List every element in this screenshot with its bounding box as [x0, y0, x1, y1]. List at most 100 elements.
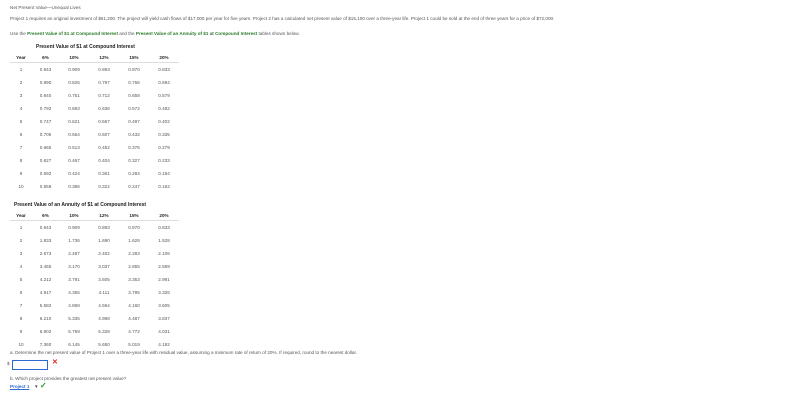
factor-cell: 2.402	[98, 251, 110, 256]
x-icon: ✕	[52, 359, 58, 366]
table-row: 6 4.917 4.355 4.111 3.785 3.326	[10, 286, 179, 299]
year-cell: 6	[19, 290, 23, 295]
factor-cell: 4.355	[68, 290, 80, 295]
factor-cell: 0.870	[128, 225, 140, 230]
factor-cell: 4.968	[98, 316, 110, 321]
check-icon: ✓	[40, 381, 47, 390]
factor-cell: 1.736	[68, 238, 80, 243]
factor-cell: 4.487	[128, 316, 140, 321]
year-cell: 6	[19, 132, 23, 137]
factor-cell: 3.170	[68, 264, 80, 269]
year-cell: 5	[19, 277, 23, 282]
column-header: 15%	[119, 53, 149, 63]
factor-cell: 0.792	[39, 106, 52, 111]
table-row: 9 6.802 5.759 5.328 4.772 4.031	[10, 325, 179, 338]
column-header: Year	[10, 53, 32, 63]
year-cell: 8	[19, 158, 23, 163]
factor-cell: 0.636	[98, 106, 110, 111]
table-row: 2 0.890 0.826 0.797 0.756 0.694	[10, 76, 179, 89]
page-title: Net Present Value—Unequal Lives	[10, 5, 81, 10]
factor-cell: 0.567	[98, 119, 110, 124]
annuity-table: Year 6% 10% 12% 15% 20% 1 0.943 0.909 0.893 0.870…	[10, 211, 179, 351]
factor-cell: 0.284	[128, 171, 140, 176]
factor-cell: 0.335	[158, 132, 170, 137]
factor-cell: 4.917	[39, 290, 52, 295]
column-header: 10%	[59, 53, 89, 63]
factor-cell: 5.328	[98, 329, 110, 334]
factor-cell: 3.791	[68, 277, 80, 282]
factor-cell: 0.233	[158, 158, 170, 163]
factor-cell: 0.893	[98, 225, 110, 230]
project-select[interactable]: Project 1	[10, 384, 29, 389]
factor-cell: 0.943	[39, 225, 52, 230]
factor-cell: 0.376	[128, 145, 140, 150]
factor-cell: 0.756	[128, 80, 140, 85]
factor-cell: 4.031	[158, 329, 170, 334]
chevron-down-icon[interactable]: ▼	[34, 384, 39, 389]
factor-cell: 4.868	[68, 303, 80, 308]
table-row: 10 0.558 0.386 0.322 0.247 0.162	[10, 180, 179, 193]
factor-cell: 1.690	[98, 238, 110, 243]
year-cell: 1	[19, 67, 23, 72]
table-row: 1 0.943 0.909 0.893 0.870 0.833	[10, 221, 179, 235]
factor-cell: 6.210	[39, 316, 52, 321]
instruction-text: Use the Present Value of $1 at Compound …	[10, 31, 300, 36]
table-row: 5 4.212 3.791 3.605 3.353 2.991	[10, 273, 179, 286]
instruction-pre: Use the	[10, 31, 26, 36]
factor-cell: 2.589	[158, 264, 170, 269]
year-cell: 4	[19, 106, 23, 111]
factor-cell: 0.432	[128, 132, 140, 137]
factor-cell: 0.712	[98, 93, 110, 98]
factor-cell: 4.772	[128, 329, 140, 334]
year-cell: 8	[19, 316, 23, 321]
factor-cell: 0.404	[98, 158, 110, 163]
factor-cell: 3.465	[39, 264, 52, 269]
factor-cell: 0.826	[68, 80, 80, 85]
factor-cell: 0.327	[128, 158, 140, 163]
factor-cell: 0.322	[98, 184, 110, 189]
table-row: 4 0.792 0.683 0.636 0.572 0.482	[10, 102, 179, 115]
factor-cell: 0.694	[158, 80, 170, 85]
table-row: 7 5.582 4.868 4.564 4.160 3.605	[10, 299, 179, 312]
column-header: 10%	[59, 211, 89, 221]
factor-cell: 3.605	[158, 303, 170, 308]
factor-cell: 2.283	[128, 251, 140, 256]
column-header: 12%	[89, 211, 119, 221]
factor-cell: 4.212	[39, 277, 52, 282]
table-row: 4 3.465 3.170 3.037 2.855 2.589	[10, 260, 179, 273]
factor-cell: 1.528	[158, 238, 170, 243]
factor-cell: 2.487	[68, 251, 80, 256]
factor-cell: 0.507	[98, 132, 110, 137]
factor-cell: 0.833	[158, 225, 170, 230]
factor-cell: 2.991	[158, 277, 170, 282]
table-header-row: Year 6% 10% 12% 15% 20%	[10, 53, 179, 63]
table-row: 3 2.673 2.487 2.402 2.283 2.106	[10, 247, 179, 260]
table-row: 3 0.840 0.751 0.712 0.658 0.579	[10, 89, 179, 102]
year-cell: 9	[19, 329, 23, 334]
factor-cell: 1.626	[128, 238, 140, 243]
factor-cell: 2.673	[39, 251, 52, 256]
factor-cell: 4.160	[128, 303, 140, 308]
year-cell: 1	[19, 225, 23, 230]
npv-answer-input[interactable]	[12, 360, 48, 370]
annuity-table-link[interactable]: Present Value of an Annuity of $1 at Com…	[136, 31, 257, 36]
factor-cell: 5.759	[68, 329, 80, 334]
factor-cell: 0.572	[128, 106, 140, 111]
factor-cell: 6.802	[39, 329, 52, 334]
table-row: 6 0.705 0.564 0.507 0.432 0.335	[10, 128, 179, 141]
column-header: 20%	[149, 211, 179, 221]
factor-cell: 0.194	[158, 171, 170, 176]
table-row: 2 1.833 1.736 1.690 1.626 1.528	[10, 234, 179, 247]
factor-cell: 0.665	[39, 145, 52, 150]
factor-cell: 0.658	[128, 93, 140, 98]
column-header: 15%	[119, 211, 149, 221]
table-row: 9 0.592 0.424 0.361 0.284 0.194	[10, 167, 179, 180]
pv-table-link[interactable]: Present Value of $1 at Compound Interest	[27, 31, 118, 36]
factor-cell: 3.353	[128, 277, 140, 282]
year-cell: 4	[19, 264, 23, 269]
year-cell: 2	[19, 80, 23, 85]
factor-cell: 0.424	[68, 171, 80, 176]
factor-cell: 0.627	[39, 158, 52, 163]
factor-cell: 0.482	[158, 106, 170, 111]
year-cell: 5	[19, 119, 23, 124]
